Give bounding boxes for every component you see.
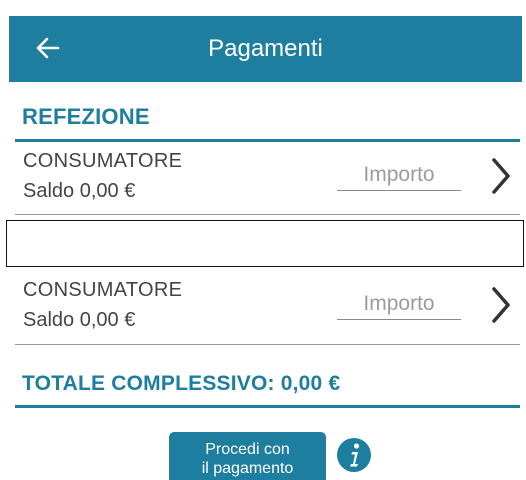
consumer-name: CONSUMATORE — [23, 279, 183, 301]
balance-text: Saldo 0,00 € — [23, 180, 136, 202]
payment-row-2: CONSUMATORE Saldo 0,00 € — [15, 275, 520, 343]
total-label: TOTALE COMPLESSIVO: 0,00 € — [22, 372, 341, 395]
balance-text: Saldo 0,00 € — [23, 309, 136, 331]
payment-row-1: CONSUMATORE Saldo 0,00 € — [15, 146, 520, 214]
section-divider — [15, 139, 520, 142]
section-title: REFEZIONE — [22, 104, 150, 129]
pay-button-line1: Procedi con — [205, 440, 290, 458]
chevron-right-icon[interactable] — [489, 156, 513, 196]
chevron-right-icon[interactable] — [489, 285, 513, 325]
row-divider — [15, 344, 520, 345]
proceed-payment-button[interactable]: Procedi con il pagamento — [169, 432, 326, 480]
total-divider — [15, 405, 520, 408]
page-title: Pagamenti — [208, 35, 323, 62]
consumer-name: CONSUMATORE — [23, 150, 183, 172]
amount-input[interactable] — [337, 289, 461, 320]
row-divider — [15, 214, 520, 215]
app-header: Pagamenti — [9, 16, 522, 82]
amount-input[interactable] — [337, 160, 461, 191]
pay-button-line2: il pagamento — [201, 459, 294, 477]
empty-placeholder-box — [6, 220, 524, 267]
info-icon[interactable] — [336, 437, 372, 473]
